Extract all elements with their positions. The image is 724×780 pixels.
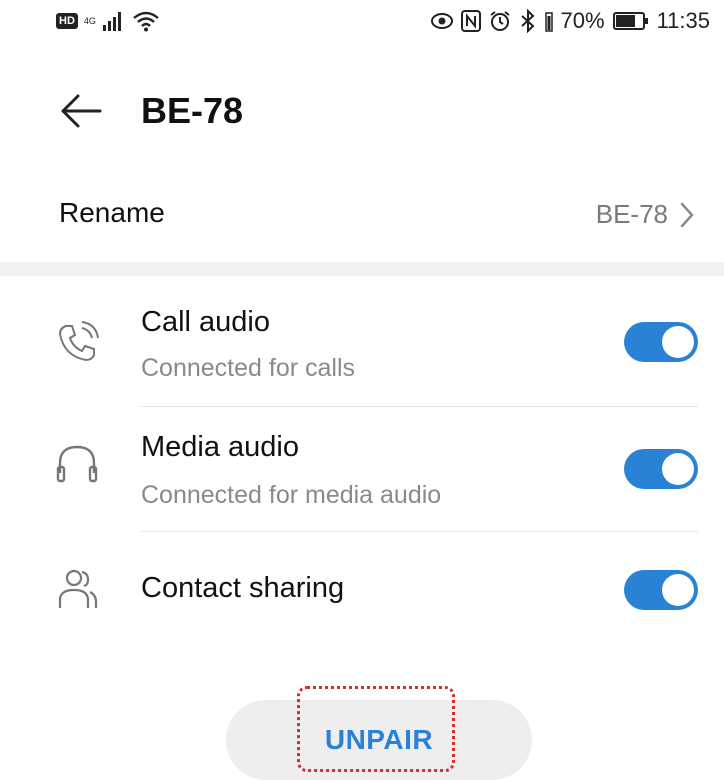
phone-icon — [58, 321, 99, 362]
profile-row-call-audio[interactable]: Call audio Connected for calls — [0, 292, 724, 406]
rename-label: Rename — [59, 197, 165, 228]
toggle-knob — [662, 574, 694, 606]
bluetooth-icon — [520, 9, 534, 33]
status-time: 11:35 — [656, 8, 710, 33]
profile-row-contact-sharing[interactable]: Contact sharing — [0, 532, 724, 644]
signal-icon — [102, 12, 121, 31]
profile-subtitle: Connected for media audio — [141, 481, 442, 509]
status-bar: HD 4G 70% 11:35 — [0, 0, 724, 50]
app-bar: BE-78 — [0, 70, 724, 150]
network-type: 4G — [83, 15, 96, 26]
eye-icon — [430, 13, 453, 29]
status-left: HD 4G — [56, 10, 160, 32]
arrow-left-icon[interactable] — [58, 88, 104, 134]
nfc-icon — [460, 10, 481, 32]
profile-title: Media audio — [141, 431, 299, 463]
toggle-knob — [662, 326, 694, 358]
section-separator — [0, 262, 724, 276]
contact-sharing-toggle[interactable] — [624, 570, 698, 610]
profile-title: Contact sharing — [141, 572, 345, 604]
profile-title: Call audio — [141, 306, 270, 338]
toggle-knob — [662, 453, 694, 485]
rename-value: BE-78 — [595, 199, 668, 229]
hd-badge: HD — [56, 13, 78, 29]
profile-row-media-audio[interactable]: Media audio Connected for media audio — [0, 407, 724, 531]
battery-small-icon — [544, 12, 553, 32]
media-audio-toggle[interactable] — [624, 449, 698, 489]
alarm-icon — [489, 11, 510, 31]
status-right: 70% 11:35 — [430, 8, 710, 34]
battery-icon — [612, 12, 648, 30]
profile-subtitle: Connected for calls — [141, 354, 356, 382]
chevron-right-icon — [680, 202, 694, 228]
rename-row[interactable]: Rename BE-78 — [0, 180, 724, 252]
battery-percent: 70% — [560, 8, 605, 33]
headphones-icon — [56, 445, 98, 483]
wifi-icon — [133, 11, 159, 32]
call-audio-toggle[interactable] — [624, 322, 698, 362]
highlight-box — [297, 686, 455, 772]
page-title: BE-78 — [141, 90, 244, 131]
contacts-icon — [58, 569, 98, 608]
